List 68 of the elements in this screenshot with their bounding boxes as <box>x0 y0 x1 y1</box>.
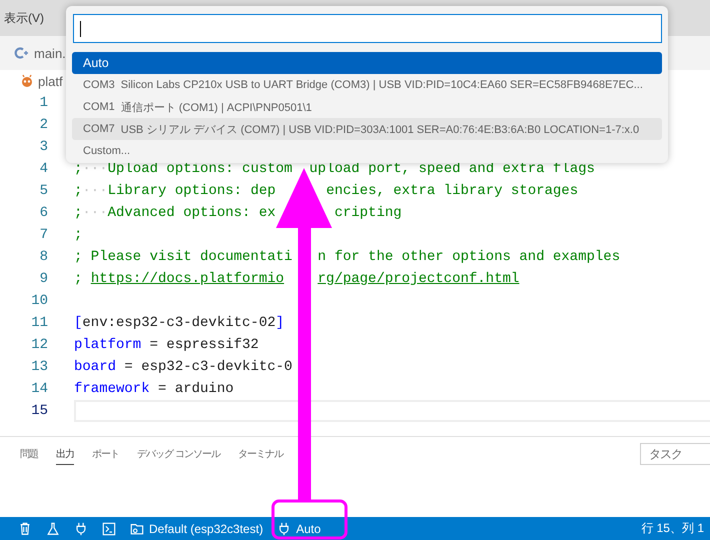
line-number: 14 <box>30 381 48 397</box>
code-text: ] <box>276 315 284 331</box>
search-field[interactable] <box>73 14 662 43</box>
line-number: 6 <box>38 205 48 221</box>
plug-icon[interactable] <box>277 522 292 536</box>
code-text: n for the other options and examples <box>318 249 620 265</box>
code-text: framework <box>74 381 150 397</box>
code-text: board <box>74 359 116 375</box>
line-number: 3 <box>38 139 48 155</box>
code-text: ; Please visit documentati <box>74 249 292 265</box>
panel-tab[interactable]: 問題 <box>20 443 38 465</box>
status-item[interactable]: Default (esp32c3test) <box>149 522 264 536</box>
whitespace-marker: ··· <box>82 183 108 199</box>
line-number: 15 <box>30 403 48 419</box>
code-text: ; <box>74 205 82 221</box>
code-text: ; <box>74 161 82 177</box>
code-text: [ <box>74 315 82 331</box>
line-number: 7 <box>38 227 48 243</box>
line-number: 9 <box>38 271 48 287</box>
whitespace-marker: ··· <box>82 205 108 221</box>
code-text: Upload options: custom <box>108 161 292 177</box>
code-text: = esp32-c3-devkitc-0 <box>123 359 292 375</box>
panel-tab[interactable]: ポート <box>92 443 119 465</box>
folder-gear-icon[interactable] <box>130 522 144 536</box>
panel-tab[interactable]: デバッグ コンソール <box>137 443 220 465</box>
terminal-icon[interactable] <box>102 522 116 536</box>
panel-tab[interactable]: ターミナル <box>238 443 283 465</box>
ant-icon <box>20 74 34 88</box>
text-cursor <box>80 20 81 36</box>
whitespace-marker: ··· <box>82 161 108 177</box>
line-number: 11 <box>30 315 48 331</box>
code-text: = espressif32 <box>148 337 259 353</box>
code-text: platform <box>74 337 142 353</box>
task-dropdown[interactable]: タスク <box>640 443 710 465</box>
plug-icon[interactable] <box>74 522 88 536</box>
code-text: encies, extra library storages <box>326 183 578 199</box>
code-text: env:esp32-c3-devkitc-02 <box>82 315 276 331</box>
c-file-icon <box>14 46 28 60</box>
list-item[interactable]: Auto <box>72 52 662 74</box>
line-number: 2 <box>38 117 48 133</box>
line-number: 1 <box>38 95 48 111</box>
flask-icon[interactable] <box>46 522 60 536</box>
code-text: Advanced options: ex <box>108 205 276 221</box>
list-item[interactable]: COM3 Silicon Labs CP210x USB to UART Bridge (COM3) | USB VID:PID=10C4:EA60 SER=EC58FB9468E7EC... <box>72 74 662 96</box>
code-text: cripting <box>334 205 402 221</box>
panel-tab[interactable]: 出力 <box>56 443 74 465</box>
line-number: 13 <box>30 359 48 375</box>
list-item[interactable]: COM1 通信ポート (COM1) | ACPI\PNP0501\1 <box>72 96 662 118</box>
code-text: = arduino <box>157 381 234 397</box>
line-number: 12 <box>30 337 48 353</box>
code-text: Library options: dep <box>108 183 276 199</box>
code-text: ; <box>74 183 82 199</box>
list-item[interactable]: COM7 USB シリアル デバイス (COM7) | USB VID:PID=303A:1001 SER=A0:76:4E:B3:6A:B0 LOCATION=1-7:x.0 <box>72 118 662 140</box>
code-text: ; <box>74 227 82 243</box>
link[interactable]: rg/page/projectconf.html <box>318 271 520 287</box>
menu-item[interactable]: 表示(V) <box>4 10 44 26</box>
trash-icon[interactable] <box>18 522 32 536</box>
editor-tab[interactable]: main. <box>34 46 66 60</box>
breadcrumb-item[interactable]: platf <box>38 74 63 88</box>
line-number: 10 <box>30 293 48 309</box>
link[interactable]: https://docs.platformio <box>90 271 284 287</box>
code-text: ; <box>74 271 84 287</box>
cursor-position[interactable]: 行 15、列 1 <box>641 520 704 537</box>
line-number: 8 <box>38 249 48 265</box>
line-number: 5 <box>38 183 48 199</box>
line-number: 4 <box>38 161 48 177</box>
list-item[interactable]: Custom... <box>72 140 662 162</box>
status-item[interactable]: Auto <box>296 522 321 536</box>
